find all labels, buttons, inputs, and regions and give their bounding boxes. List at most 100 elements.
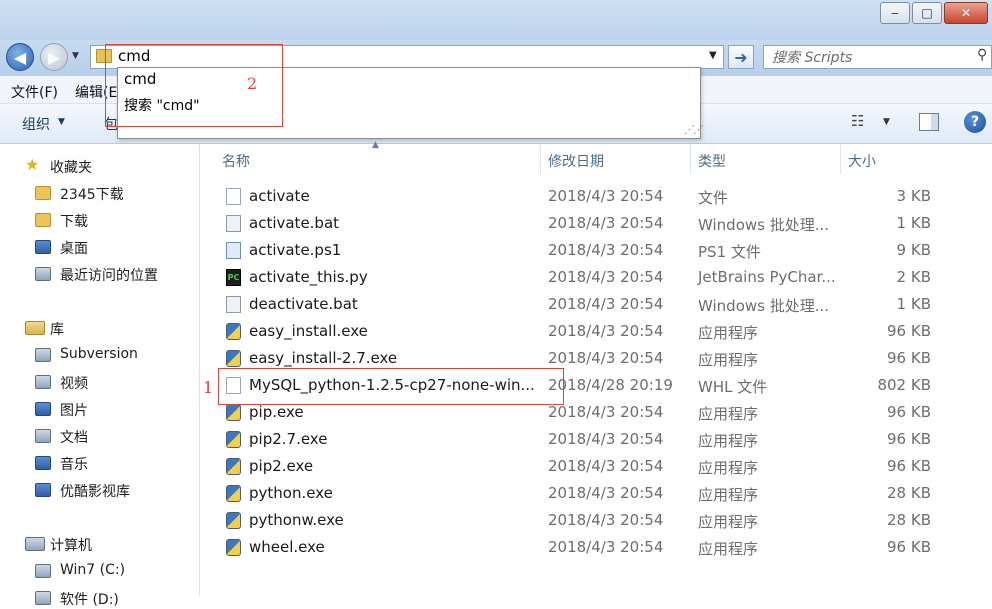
view-options-icon[interactable]: ☷ (851, 112, 873, 132)
file-row[interactable]: activate 2018/4/3 20:54 文件 3 KB (218, 187, 958, 214)
file-type: 应用程序 (698, 324, 759, 342)
view-dropdown-icon[interactable]: ▼ (883, 117, 890, 127)
file-date: 2018/4/3 20:54 (548, 484, 664, 502)
downloads-folder-icon (35, 213, 51, 227)
file-name: activate.bat (249, 214, 340, 232)
file-row[interactable]: easy_install.exe 2018/4/3 20:54 应用程序 96 … (218, 322, 958, 349)
column-header-date[interactable]: 修改日期 (548, 151, 604, 171)
column-header-type[interactable]: 类型 (698, 151, 726, 171)
nav-item-videos[interactable]: 视频 (60, 373, 88, 393)
nav-item-drive-c[interactable]: Win7 (C:) (60, 562, 125, 578)
column-header-size[interactable]: 大小 (848, 151, 876, 171)
file-size: 2 KB (896, 268, 931, 286)
menu-file[interactable]: 文件(F) (11, 82, 58, 102)
file-date: 2018/4/3 20:54 (548, 349, 664, 367)
ps1-file-icon (226, 242, 241, 259)
column-divider[interactable] (690, 144, 691, 174)
preview-pane-icon[interactable] (919, 113, 939, 131)
file-size: 96 KB (887, 430, 931, 448)
computer-icon (25, 537, 45, 551)
file-name: pip.exe (249, 403, 304, 421)
file-name: activate (249, 187, 310, 205)
file-size: 1 KB (896, 214, 931, 232)
file-row[interactable]: wheel.exe 2018/4/3 20:54 应用程序 96 KB (218, 538, 958, 565)
organize-dropdown-icon[interactable]: ▼ (58, 117, 65, 127)
file-name: activate.ps1 (249, 241, 342, 259)
annotation-label-1: 1 (203, 378, 214, 397)
annotation-box-1 (218, 368, 564, 405)
search-icon[interactable]: ⚲ (977, 47, 987, 63)
nav-item-downloads[interactable]: 下载 (60, 211, 88, 231)
file-date: 2018/4/3 20:54 (548, 241, 664, 259)
file-name: activate_this.py (249, 268, 368, 286)
file-type: 应用程序 (698, 351, 759, 369)
file-row[interactable]: activate.bat 2018/4/3 20:54 Windows 批处理.… (218, 214, 958, 241)
file-date: 2018/4/3 20:54 (548, 268, 664, 286)
nav-item-subversion[interactable]: Subversion (60, 346, 138, 362)
file-size: 3 KB (896, 187, 931, 205)
file-date: 2018/4/3 20:54 (548, 403, 664, 421)
file-row[interactable]: deactivate.bat 2018/4/3 20:54 Windows 批处… (218, 295, 958, 322)
file-row[interactable]: pip2.exe 2018/4/3 20:54 应用程序 96 KB (218, 457, 958, 484)
recent-pages-dropdown-icon[interactable]: ▼ (72, 51, 79, 61)
help-icon[interactable]: ? (964, 111, 986, 133)
file-row[interactable]: pythonw.exe 2018/4/3 20:54 应用程序 28 KB (218, 511, 958, 538)
nav-item-recent-places[interactable]: 最近访问的位置 (60, 265, 158, 285)
back-button[interactable]: ◀ (6, 43, 34, 71)
music-icon (35, 456, 51, 470)
file-type: 应用程序 (698, 459, 759, 477)
maximize-button[interactable]: □ (912, 2, 942, 24)
file-name: pythonw.exe (249, 511, 344, 529)
file-row[interactable]: pip.exe 2018/4/3 20:54 应用程序 96 KB (218, 403, 958, 430)
youku-library-icon (35, 483, 51, 497)
annotation-label-2: 2 (247, 74, 258, 93)
minimize-button[interactable]: ‒ (880, 2, 910, 24)
file-date: 2018/4/3 20:54 (548, 457, 664, 475)
file-row[interactable]: python.exe 2018/4/3 20:54 应用程序 28 KB (218, 484, 958, 511)
address-dropdown-icon[interactable]: ▼ (709, 50, 717, 61)
nav-item-2345-downloads[interactable]: 2345下载 (60, 184, 124, 204)
file-row[interactable]: activate.ps1 2018/4/3 20:54 PS1 文件 9 KB (218, 241, 958, 268)
file-size: 96 KB (887, 349, 931, 367)
nav-item-pictures[interactable]: 图片 (60, 400, 88, 420)
title-bar (0, 0, 992, 40)
file-date: 2018/4/28 20:19 (548, 376, 673, 394)
forward-button[interactable]: ▶ (40, 43, 68, 71)
python-exe-icon (226, 431, 241, 448)
desktop-icon (35, 240, 51, 254)
nav-item-documents[interactable]: 文档 (60, 427, 88, 447)
nav-libraries[interactable]: 库 (50, 319, 64, 339)
resize-grip-icon[interactable]: ⋰⋰ (684, 123, 704, 136)
pictures-icon (35, 402, 51, 416)
nav-item-desktop[interactable]: 桌面 (60, 238, 88, 258)
file-row[interactable]: PC activate_this.py 2018/4/3 20:54 JetBr… (218, 268, 958, 295)
file-row[interactable]: pip2.7.exe 2018/4/3 20:54 应用程序 96 KB (218, 430, 958, 457)
column-divider[interactable] (840, 144, 841, 174)
file-size: 802 KB (877, 376, 931, 394)
go-button[interactable]: ➜ (728, 45, 754, 69)
nav-item-music[interactable]: 音乐 (60, 454, 88, 474)
file-date: 2018/4/3 20:54 (548, 322, 664, 340)
file-date: 2018/4/3 20:54 (548, 187, 664, 205)
nav-item-drive-d[interactable]: 软件 (D:) (60, 589, 119, 609)
python-exe-icon (226, 323, 241, 340)
nav-favorites[interactable]: 收藏夹 (50, 157, 92, 177)
column-header-name[interactable]: 名称 (222, 151, 250, 171)
column-divider[interactable] (540, 144, 541, 174)
organize-button[interactable]: 组织 (22, 114, 50, 134)
file-name: pip2.exe (249, 457, 314, 475)
file-size: 9 KB (896, 241, 931, 259)
nav-computer[interactable]: 计算机 (50, 535, 92, 555)
file-name: python.exe (249, 484, 333, 502)
subversion-icon (35, 348, 51, 362)
file-date: 2018/4/3 20:54 (548, 214, 664, 232)
nav-item-youku-library[interactable]: 优酷影视库 (60, 481, 130, 501)
file-name: wheel.exe (249, 538, 325, 556)
close-button[interactable]: ✕ (944, 2, 988, 24)
documents-icon (35, 429, 51, 443)
file-date: 2018/4/3 20:54 (548, 511, 664, 529)
file-date: 2018/4/3 20:54 (548, 430, 664, 448)
python-exe-icon (226, 539, 241, 556)
python-exe-icon (226, 485, 241, 502)
recent-places-icon (35, 267, 51, 281)
